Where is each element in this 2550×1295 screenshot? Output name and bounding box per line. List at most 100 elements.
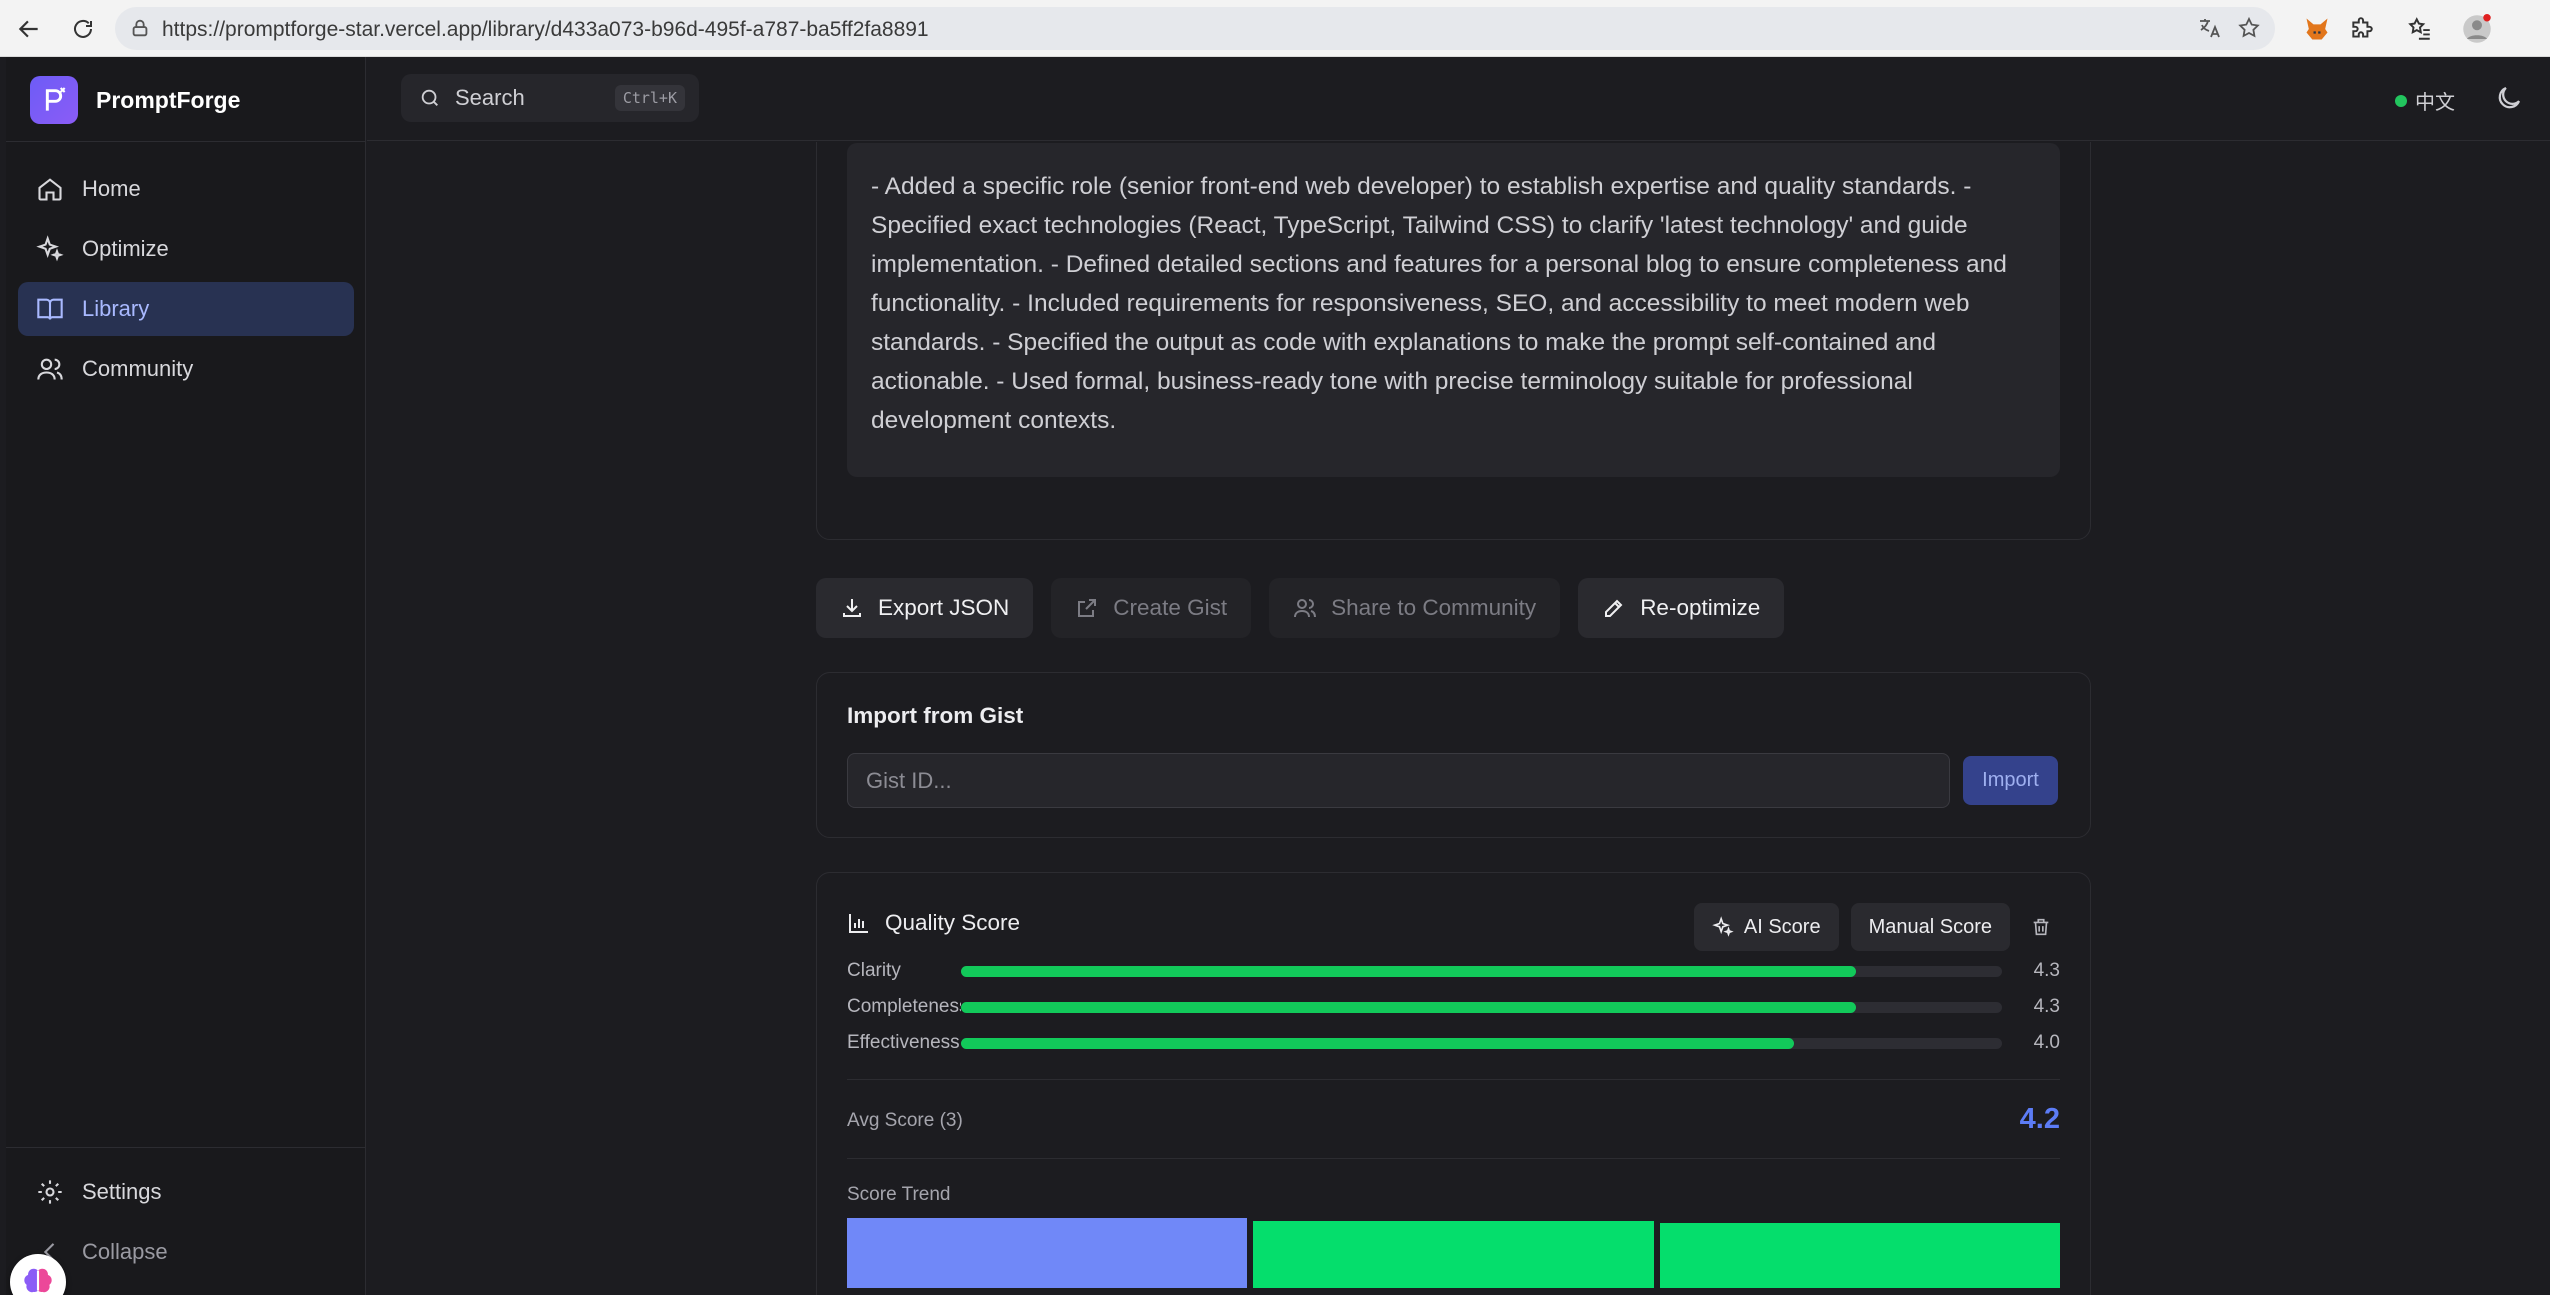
collapse-sidebar-button[interactable]: Collapse <box>18 1225 354 1279</box>
moon-icon[interactable] <box>2494 83 2524 113</box>
search-label: Search <box>455 85 525 110</box>
score-trend-chart <box>847 1218 2060 1288</box>
external-link-icon <box>1078 599 1097 617</box>
back-icon[interactable] <box>12 12 46 46</box>
metric-row-clarity: Clarity 4.3 <box>847 957 2060 985</box>
export-json-label: Export JSON <box>878 595 1010 620</box>
sparkles-icon <box>1712 916 1734 937</box>
book-open-icon <box>37 298 63 320</box>
sidebar-item-label: Home <box>82 176 141 201</box>
action-bar: Export JSON Create Gist Share to Communi… <box>816 578 1785 638</box>
translate-icon[interactable] <box>2197 16 2221 46</box>
sidebar-divider <box>6 1147 366 1148</box>
sidebar-item-label: Community <box>82 356 194 381</box>
home-icon <box>38 178 62 201</box>
changes-text: - Added a specific role (senior front-en… <box>871 173 2007 434</box>
metric-value: 4.3 <box>2033 960 2060 981</box>
extensions-puzzle-icon[interactable] <box>2345 12 2379 46</box>
site-info-icon[interactable] <box>129 17 151 39</box>
status-indicator <box>2395 95 2407 107</box>
divider <box>847 1158 2060 1159</box>
brand-name: PromptForge <box>96 86 241 113</box>
avg-score-label: Avg Score (3) <box>847 1110 963 1131</box>
import-gist-card: Import from Gist Import <box>816 672 2091 838</box>
metric-label: Effectiveness <box>847 1032 960 1053</box>
download-icon <box>843 599 861 617</box>
sidebar-item-community[interactable]: Community <box>18 342 354 396</box>
trend-bar <box>1253 1221 1654 1288</box>
browser-toolbar: https://promptforge-star.vercel.app/libr… <box>0 0 2550 57</box>
promptforge-logo-icon <box>30 76 78 124</box>
metric-bar <box>961 1001 2002 1013</box>
sidebar-item-library[interactable]: Library <box>18 282 354 336</box>
main-nav: Home Optimize Library Community <box>18 162 354 402</box>
brand[interactable]: PromptForge <box>30 75 240 125</box>
re-optimize-button[interactable]: Re-optimize <box>1578 578 1785 638</box>
sidebar-item-label: Library <box>82 296 150 321</box>
trend-bar <box>847 1218 1248 1288</box>
trash-icon[interactable] <box>2022 908 2060 946</box>
ai-score-label: AI Score <box>1743 915 1821 938</box>
share-to-community-button[interactable]: Share to Community <box>1269 578 1561 638</box>
metric-label: Clarity <box>847 960 901 981</box>
sidebar-item-settings[interactable]: Settings <box>18 1165 354 1219</box>
metric-bar-fill <box>961 1001 1857 1013</box>
sidebar-divider <box>6 141 366 142</box>
sparkles-icon <box>36 235 64 262</box>
metric-row-effectiveness: Effectiveness 4.0 <box>847 1029 2060 1057</box>
profile-avatar-icon[interactable] <box>2460 12 2494 46</box>
metric-bar <box>961 1037 2002 1049</box>
fox-extension-icon[interactable] <box>2300 12 2334 46</box>
import-gist-title: Import from Gist <box>847 703 1024 728</box>
gear-icon <box>38 1180 62 1204</box>
import-button[interactable]: Import <box>1963 756 2058 805</box>
optimization-changes-card: - Added a specific role (senior front-en… <box>816 142 2091 540</box>
url-text[interactable]: https://promptforge-star.vercel.app/libr… <box>162 18 929 42</box>
sidebar-item-home[interactable]: Home <box>18 162 354 216</box>
metric-row-completeness: Completeness 4.3 <box>847 993 2060 1021</box>
manual-score-button[interactable]: Manual Score <box>1850 903 2010 951</box>
search-shortcut: Ctrl+K <box>614 85 685 111</box>
collapse-label: Collapse <box>82 1239 168 1264</box>
metric-label: Completeness <box>847 996 961 1017</box>
sidebar-item-optimize[interactable]: Optimize <box>18 222 354 276</box>
gist-id-input[interactable] <box>847 753 1950 808</box>
quality-score-card: Quality Score AI Score Manual Score Clar… <box>816 872 2091 1295</box>
re-optimize-label: Re-optimize <box>1640 595 1761 620</box>
search-button[interactable]: Search Ctrl+K <box>401 74 699 122</box>
favorites-list-icon[interactable] <box>2403 12 2437 46</box>
metric-value: 4.0 <box>2033 1032 2060 1053</box>
manual-score-label: Manual Score <box>1868 915 1992 938</box>
pencil-icon <box>1605 599 1623 617</box>
score-actions: AI Score Manual Score <box>1693 903 2060 951</box>
ai-score-button[interactable]: AI Score <box>1693 903 1839 951</box>
top-bar: Search Ctrl+K 中文 <box>367 57 2550 141</box>
search-icon <box>421 89 438 106</box>
quality-score-title: Quality Score <box>885 910 1021 935</box>
sidebar-item-label: Settings <box>82 1179 162 1204</box>
trend-bar <box>1659 1223 2060 1288</box>
score-trend-label: Score Trend <box>847 1184 951 1205</box>
address-bar[interactable]: https://promptforge-star.vercel.app/libr… <box>115 7 2275 50</box>
users-icon <box>37 358 63 380</box>
metric-value: 4.3 <box>2033 996 2060 1017</box>
export-json-button[interactable]: Export JSON <box>816 578 1034 638</box>
changes-box: - Added a specific role (senior front-en… <box>847 143 2060 477</box>
create-gist-button[interactable]: Create Gist <box>1051 578 1252 638</box>
quality-score-header: Quality Score <box>847 910 1020 936</box>
favorite-star-icon[interactable] <box>2237 16 2261 46</box>
sidebar-item-label: Optimize <box>82 236 169 261</box>
share-to-community-label: Share to Community <box>1331 595 1537 620</box>
avg-score-value: 4.2 <box>2019 1103 2060 1135</box>
metric-bar-fill <box>961 965 1857 977</box>
create-gist-label: Create Gist <box>1113 595 1228 620</box>
sidebar-footer: Settings Collapse <box>18 1165 354 1285</box>
sidebar: PromptForge Home Optimize Library Commun… <box>6 57 366 1295</box>
app-window: PromptForge Home Optimize Library Commun… <box>6 57 2550 1295</box>
users-icon <box>1294 599 1317 618</box>
refresh-icon[interactable] <box>66 12 100 46</box>
bar-chart-icon <box>849 914 868 933</box>
metric-bar-fill <box>961 1037 1794 1049</box>
language-toggle[interactable]: 中文 <box>2415 86 2455 115</box>
divider <box>847 1079 2060 1080</box>
